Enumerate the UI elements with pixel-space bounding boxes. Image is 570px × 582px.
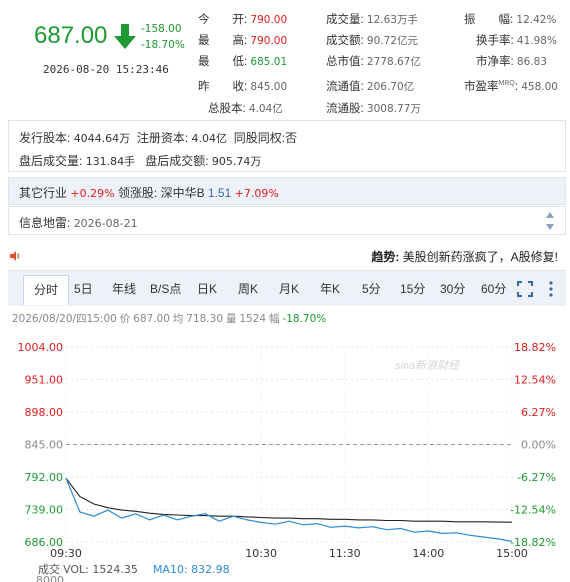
stat-amplitude: 振 幅: 12.42% bbox=[464, 14, 557, 26]
scroll-arrows-icon[interactable] bbox=[545, 211, 555, 231]
tab-intraday[interactable]: 分时 bbox=[23, 275, 69, 305]
stat-float-shares: 流通股: 3008.77万 bbox=[326, 103, 421, 115]
industry-panel: 其它行业 +0.29% 领涨股: 深中华B 1.51 +7.09% bbox=[8, 177, 566, 205]
lead-stock-price: 1.51 bbox=[207, 186, 232, 200]
quote-timestamp: 2026-08-20 15:23:46 bbox=[43, 63, 169, 76]
intraday-chart[interactable]: 1004.00 18.82% 951.00 12.54% 898.00 6.27% 845.… bbox=[0, 330, 570, 582]
chart-period-tabs: 分时 5日 年线 B/S点 日K 周K 月K 年K 5分 15分 30分 60分 bbox=[8, 270, 566, 306]
lead-stock-link[interactable]: 深中华B bbox=[161, 186, 205, 200]
x-axis-label: 15:00 bbox=[496, 547, 528, 560]
tab-monthly-k[interactable]: 月K bbox=[279, 280, 299, 297]
company-info-panel: 发行股本: 4044.64万 注册资本: 4.04亿 同股同权:否 盘后成交量:… bbox=[8, 120, 566, 172]
industry-name[interactable]: 其它行业 bbox=[19, 186, 67, 200]
stat-amount: 成交额: 90.72亿元 bbox=[326, 35, 418, 47]
trend-news[interactable]: 趋势: 美股创新药涨疯了，A股修复! bbox=[371, 248, 558, 265]
x-axis-label: 11:30 bbox=[329, 547, 361, 560]
quote-header: 687.00 -158.00 -18.70% 2026-08-20 15:23:… bbox=[0, 0, 570, 118]
tab-5min[interactable]: 5分 bbox=[362, 280, 381, 297]
y-axis-right-label: 6.27% bbox=[521, 406, 556, 419]
stat-float-cap: 流通值: 206.70亿 bbox=[326, 81, 415, 93]
y-axis-right-label: 0.00% bbox=[521, 439, 556, 452]
more-options-icon[interactable] bbox=[548, 281, 554, 297]
tab-weekly-k[interactable]: 周K bbox=[238, 280, 258, 297]
speaker-icon[interactable] bbox=[9, 250, 21, 262]
volume-legend: 成交 VOL: 1524.35 MA10: 832.98 bbox=[38, 563, 230, 576]
current-price: 687.00 bbox=[34, 22, 108, 49]
tab-30min[interactable]: 30分 bbox=[440, 280, 465, 297]
y-axis-left-label: 845.00 bbox=[25, 439, 64, 452]
average-price-line bbox=[65, 477, 513, 523]
y-axis-right-label: -6.27% bbox=[517, 471, 556, 484]
stat-market-cap: 总市值: 2778.67亿 bbox=[326, 56, 421, 68]
volume-axis-top: 8000 bbox=[36, 574, 64, 582]
stat-pe-ratio: 市盈率MRQ: 458.00 bbox=[464, 80, 558, 93]
change-value: -158.00 bbox=[141, 23, 182, 35]
lead-stock-pct: +7.09% bbox=[234, 187, 279, 200]
stat-total-shares: 总股本: 4.04亿 bbox=[208, 103, 283, 115]
info-mine-panel: 信息地雷: 2026-08-21 bbox=[8, 206, 566, 235]
price-change: -158.00 -18.70% bbox=[141, 21, 185, 53]
stat-turnover: 换手率: 41.98% bbox=[476, 35, 557, 47]
stat-volume: 成交量: 12.63万手 bbox=[326, 14, 418, 26]
y-axis-left-label: 898.00 bbox=[25, 406, 64, 419]
y-axis-left-label: 792.00 bbox=[25, 471, 64, 484]
y-axis-right-label: -12.54% bbox=[510, 504, 556, 517]
tab-year-line[interactable]: 年线 bbox=[112, 280, 136, 297]
tab-5day[interactable]: 5日 bbox=[74, 280, 93, 297]
y-axis-left-label: 739.00 bbox=[25, 504, 64, 517]
change-percent: -18.70% bbox=[141, 39, 185, 51]
tab-yearly-k[interactable]: 年K bbox=[320, 280, 340, 297]
chart-info-line: 2026/08/20/四15:00 价 687.00 均 718.30 量 15… bbox=[12, 313, 327, 325]
y-axis-right-label: 12.54% bbox=[514, 374, 556, 387]
sina-watermark: sina新浪财经 bbox=[395, 360, 460, 372]
x-axis-label: 10:30 bbox=[245, 547, 277, 560]
tab-60min[interactable]: 60分 bbox=[481, 280, 506, 297]
stat-prev-close: 昨 收: 845.00 bbox=[198, 81, 288, 93]
tab-15min[interactable]: 15分 bbox=[400, 280, 425, 297]
stat-open: 今 开: 790.00 bbox=[198, 14, 288, 26]
stat-pb-ratio: 市净率: 86.83 bbox=[476, 56, 547, 68]
tab-bs-points[interactable]: B/S点 bbox=[150, 280, 181, 297]
stat-low: 最 低: 685.01 bbox=[198, 56, 288, 68]
info-mine-date[interactable]: 2026-08-21 bbox=[74, 217, 138, 230]
info-row-2: 盘后成交量: 131.84手 盘后成交额: 905.74万 bbox=[19, 154, 262, 168]
tab-daily-k[interactable]: 日K bbox=[197, 280, 217, 297]
y-axis-right-label: 18.82% bbox=[514, 341, 556, 354]
industry-pct: +0.29% bbox=[70, 187, 115, 200]
stat-high: 最 高: 790.00 bbox=[198, 35, 288, 47]
y-axis-left-label: 1004.00 bbox=[18, 341, 64, 354]
fullscreen-icon[interactable] bbox=[517, 281, 533, 297]
info-row-1: 发行股本: 4044.64万 注册资本: 4.04亿 同股同权:否 bbox=[19, 131, 298, 145]
y-axis-left-label: 951.00 bbox=[25, 374, 64, 387]
x-axis-label: 09:30 bbox=[50, 547, 82, 560]
x-axis-label: 14:00 bbox=[413, 547, 445, 560]
down-arrow-icon bbox=[114, 24, 136, 49]
